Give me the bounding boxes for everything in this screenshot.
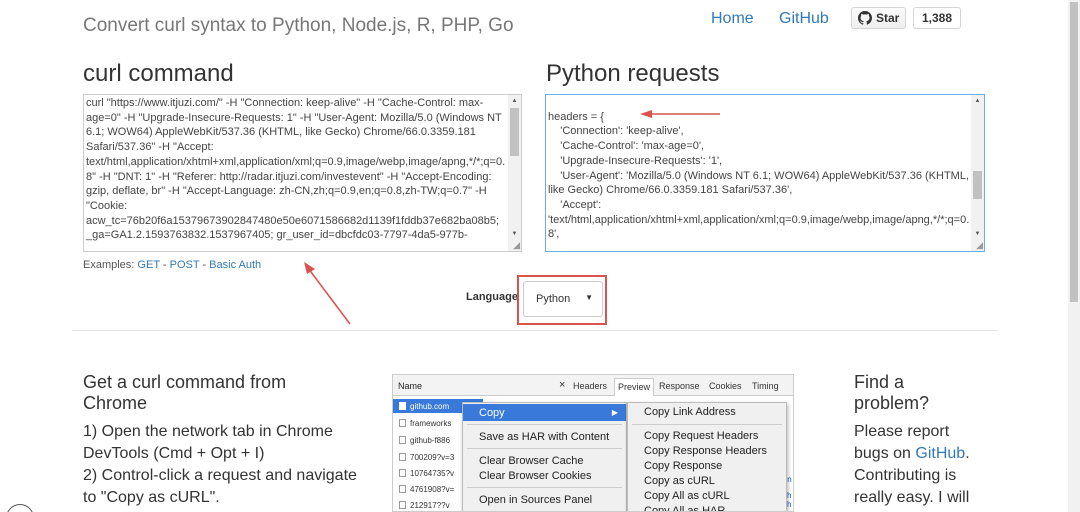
menu-divider xyxy=(632,424,782,425)
devtools-name-column: Name xyxy=(398,381,423,391)
request-name: 212917??v xyxy=(410,500,450,510)
request-row[interactable]: github-f886 xyxy=(393,433,461,447)
close-icon[interactable]: × xyxy=(559,379,565,391)
menu-item-open-sources[interactable]: Open in Sources Panel xyxy=(463,491,626,508)
file-icon xyxy=(399,436,406,444)
github-issues-link[interactable]: GitHub xyxy=(915,445,965,462)
request-name: 700209?v=3 xyxy=(410,452,455,462)
section-divider xyxy=(72,330,998,331)
menu-item-copy[interactable]: Copy ▶ xyxy=(463,404,626,421)
problem-section-title: Find a problem? xyxy=(854,372,930,413)
problem-section-text: Please report bugs on GitHub. Contributi… xyxy=(854,421,984,509)
menu-item-copy-response[interactable]: Copy Response xyxy=(628,458,786,473)
menu-item-copy-all-as-curl[interactable]: Copy All as cURL xyxy=(628,488,786,503)
tab-cookies[interactable]: Cookies xyxy=(709,381,742,391)
request-name: 4761908?v= xyxy=(410,484,455,494)
copy-submenu: Copy Link Address Copy Request Headers C… xyxy=(627,402,787,512)
arrow-to-examples xyxy=(307,267,351,325)
arrow-head-icon xyxy=(304,262,315,274)
tab-timing[interactable]: Timing xyxy=(752,381,779,391)
devtools-header: Name × Headers Preview Response Cookies … xyxy=(393,375,793,396)
menu-item-copy-as-curl[interactable]: Copy as cURL xyxy=(628,473,786,488)
menu-item-label: Copy xyxy=(479,406,505,419)
menu-item-save-har[interactable]: Save as HAR with Content xyxy=(463,428,626,445)
chrome-step-2: 2) Control-click a request and navigate … xyxy=(83,467,357,506)
request-row[interactable]: frameworks xyxy=(393,416,461,430)
file-icon xyxy=(399,469,406,477)
tab-response[interactable]: Response xyxy=(659,381,700,391)
page-scrollbar[interactable] xyxy=(1068,0,1080,512)
request-row[interactable]: 10764735?v xyxy=(393,466,461,480)
file-icon xyxy=(399,485,406,493)
chrome-section-title: Get a curl command from Chrome xyxy=(83,372,287,413)
file-icon xyxy=(399,402,406,410)
link-fragment: h xyxy=(787,500,792,509)
tab-headers[interactable]: Headers xyxy=(573,381,607,391)
file-icon xyxy=(399,419,406,427)
menu-item-copy-request-headers[interactable]: Copy Request Headers xyxy=(628,428,786,443)
menu-item-clear-cookies[interactable]: Clear Browser Cookies xyxy=(463,467,626,484)
request-name: github-f886 xyxy=(410,435,451,445)
menu-divider xyxy=(467,487,622,488)
menu-item-copy-link-address[interactable]: Copy Link Address xyxy=(628,404,786,419)
context-menu: Copy ▶ Save as HAR with Content Clear Br… xyxy=(462,402,627,511)
menu-item-copy-response-headers[interactable]: Copy Response Headers xyxy=(628,443,786,458)
arrow-head-icon xyxy=(640,110,652,118)
page-scroll-thumb[interactable] xyxy=(1070,2,1078,302)
menu-item-copy-all-as-har[interactable]: Copy All as HAR xyxy=(628,503,786,512)
chrome-step-1: 1) Open the network tab in Chrome DevToo… xyxy=(83,423,333,462)
link-fragment: h xyxy=(787,491,792,500)
request-name: github.com xyxy=(410,401,450,411)
request-row[interactable]: 4761908?v= xyxy=(393,482,461,496)
request-row[interactable]: 700209?v=3 xyxy=(393,450,461,464)
request-name: frameworks xyxy=(410,418,452,428)
menu-divider xyxy=(467,448,622,449)
request-row[interactable]: 212917??v xyxy=(393,498,461,511)
file-icon xyxy=(399,501,406,509)
menu-divider xyxy=(467,424,622,425)
file-icon xyxy=(399,453,406,461)
chevron-right-icon: ▶ xyxy=(611,408,618,417)
devtools-screenshot: Name × Headers Preview Response Cookies … xyxy=(392,374,794,512)
tab-preview[interactable]: Preview xyxy=(614,378,655,396)
request-name: 10764735?v xyxy=(410,468,455,478)
